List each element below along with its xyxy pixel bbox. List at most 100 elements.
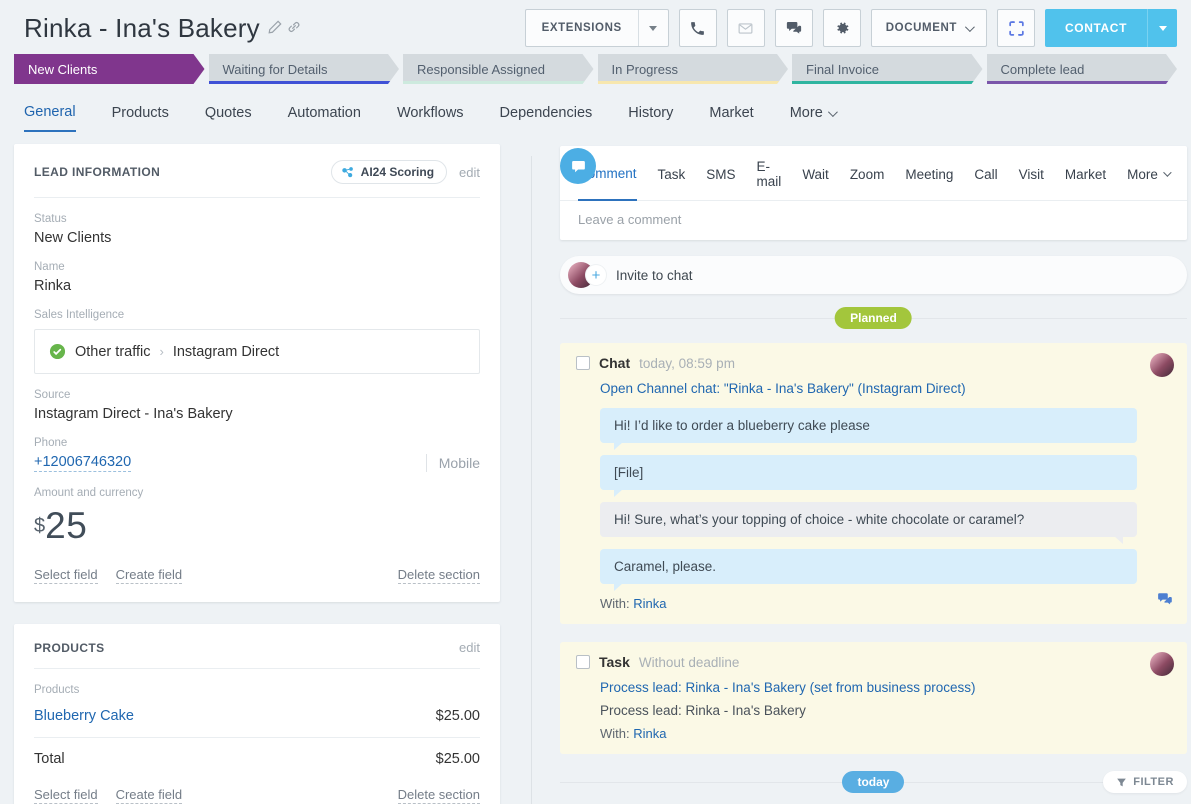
lead-information-card: LEAD INFORMATION AI24 Scoring edit Statu… — [14, 144, 500, 602]
task-entry-title: Task — [599, 654, 630, 670]
header: Rinka - Ina's Bakery EXTENSIONS DOCUMENT — [0, 0, 1191, 54]
tab-workflows[interactable]: Workflows — [397, 104, 464, 132]
envelope-icon — [737, 20, 754, 37]
pipeline-stages: New Clients Waiting for Details Responsi… — [0, 54, 1191, 84]
chat-checkbox[interactable] — [576, 356, 590, 370]
product-row: Blueberry Cake $25.00 — [34, 708, 480, 738]
task-deadline-label: Without deadline — [639, 655, 740, 670]
tl-tab-wait[interactable]: Wait — [802, 159, 829, 200]
stage-new-clients[interactable]: New Clients — [14, 54, 205, 84]
status-value[interactable]: New Clients — [34, 230, 480, 246]
sync-brackets-icon — [1007, 19, 1026, 38]
sales-intelligence-box[interactable]: Other traffic › Instagram Direct — [34, 329, 480, 374]
tab-quotes[interactable]: Quotes — [205, 104, 252, 132]
select-field-link[interactable]: Select field — [34, 787, 98, 804]
select-field-link[interactable]: Select field — [34, 567, 98, 584]
name-label: Name — [34, 261, 480, 273]
tl-tab-sms[interactable]: SMS — [706, 159, 735, 200]
chat-button[interactable] — [775, 9, 813, 47]
amount-value[interactable]: $25 — [34, 505, 480, 547]
settings-button[interactable] — [823, 9, 861, 47]
tab-products[interactable]: Products — [112, 104, 169, 132]
task-link[interactable]: Process lead: Rinka - Ina's Bakery (set … — [600, 680, 1137, 695]
automation-button[interactable] — [997, 9, 1035, 47]
chat-message: Caramel, please. — [600, 549, 1137, 584]
edit-lead-link[interactable]: edit — [459, 165, 480, 180]
invite-to-chat[interactable]: + Invite to chat — [560, 256, 1187, 294]
with-contact-link[interactable]: Rinka — [633, 596, 666, 611]
tl-tab-zoom[interactable]: Zoom — [850, 159, 885, 200]
open-chat-icon[interactable] — [1156, 590, 1174, 613]
create-field-link[interactable]: Create field — [116, 787, 182, 804]
stage-final-invoice[interactable]: Final Invoice — [792, 54, 983, 84]
tab-automation[interactable]: Automation — [288, 104, 361, 132]
task-text: Process lead: Rinka - Ina's Bakery — [600, 703, 1137, 718]
comment-composer-icon — [560, 148, 596, 184]
phone-icon — [689, 20, 706, 37]
tab-history[interactable]: History — [628, 104, 673, 132]
planned-badge: Planned — [835, 307, 912, 329]
page-title: Rinka - Ina's Bakery — [24, 13, 260, 44]
tl-tab-task[interactable]: Task — [658, 159, 686, 200]
tl-tab-call[interactable]: Call — [974, 159, 997, 200]
tl-tab-more[interactable]: More — [1127, 159, 1169, 200]
avatar — [1150, 652, 1174, 676]
contact-dropdown[interactable] — [1147, 9, 1177, 47]
chat-message: Hi! I’d like to order a blueberry cake p… — [600, 408, 1137, 443]
stage-complete-lead[interactable]: Complete lead — [987, 54, 1178, 84]
breadcrumb-separator: › — [159, 344, 163, 359]
chevron-down-icon — [1163, 168, 1171, 176]
tl-tab-visit[interactable]: Visit — [1019, 159, 1044, 200]
stage-in-progress[interactable]: In Progress — [598, 54, 789, 84]
ai-scoring-badge[interactable]: AI24 Scoring — [331, 160, 447, 184]
extensions-button[interactable]: EXTENSIONS — [525, 9, 669, 47]
products-total-row: Total $25.00 — [34, 751, 480, 767]
source-value[interactable]: Instagram Direct - Ina's Bakery — [34, 406, 480, 422]
main-tabs: General Products Quotes Automation Workf… — [0, 84, 1191, 132]
gear-icon — [833, 19, 851, 37]
edit-products-link[interactable]: edit — [459, 640, 480, 655]
stage-waiting-for-details[interactable]: Waiting for Details — [209, 54, 400, 84]
total-value: $25.00 — [436, 751, 480, 767]
delete-section-link[interactable]: Delete section — [398, 787, 480, 804]
link-icon[interactable] — [287, 20, 301, 37]
phone-label: Phone — [34, 437, 480, 449]
products-label: Products — [34, 684, 480, 696]
task-checkbox[interactable] — [576, 655, 590, 669]
product-name-link[interactable]: Blueberry Cake — [34, 708, 134, 724]
plus-icon: + — [586, 265, 606, 285]
tab-more[interactable]: More — [790, 104, 835, 132]
email-button[interactable] — [727, 9, 765, 47]
extensions-dropdown[interactable] — [638, 10, 668, 46]
today-divider: today FILTER — [560, 771, 1187, 795]
filter-button[interactable]: FILTER — [1103, 771, 1187, 793]
sales-intelligence-label: Sales Intelligence — [34, 309, 480, 321]
name-value[interactable]: Rinka — [34, 278, 480, 294]
with-label: With: — [600, 596, 630, 611]
comment-input[interactable]: Leave a comment — [560, 201, 1187, 240]
tl-tab-market[interactable]: Market — [1065, 159, 1106, 200]
task-entry-card: Task Without deadline Process lead: Rink… — [560, 642, 1187, 754]
with-contact-link[interactable]: Rinka — [633, 726, 666, 741]
contact-button[interactable]: CONTACT — [1045, 9, 1177, 47]
amount-label: Amount and currency — [34, 487, 480, 499]
tl-tab-meeting[interactable]: Meeting — [905, 159, 953, 200]
products-card: PRODUCTS edit Products Blueberry Cake $2… — [14, 624, 500, 804]
tab-dependencies[interactable]: Dependencies — [500, 104, 593, 132]
stage-responsible-assigned[interactable]: Responsible Assigned — [403, 54, 594, 84]
edit-title-icon[interactable] — [268, 20, 282, 37]
create-field-link[interactable]: Create field — [116, 567, 182, 584]
tab-market[interactable]: Market — [709, 104, 753, 132]
phone-type-label: Mobile — [426, 454, 480, 472]
delete-section-link[interactable]: Delete section — [398, 567, 480, 584]
timeline-composer: Comment Task SMS E-mail Wait Zoom Meetin… — [560, 146, 1187, 240]
tab-general[interactable]: General — [24, 104, 76, 132]
phone-link[interactable]: +12006746320 — [34, 454, 131, 472]
call-button[interactable] — [679, 9, 717, 47]
open-channel-chat-link[interactable]: Open Channel chat: "Rinka - Ina's Bakery… — [600, 381, 1137, 396]
tl-tab-email[interactable]: E-mail — [757, 159, 782, 200]
ai-scoring-icon — [341, 166, 355, 179]
section-title: PRODUCTS — [34, 641, 105, 655]
chat-entry-title: Chat — [599, 355, 630, 371]
document-button[interactable]: DOCUMENT — [871, 9, 987, 47]
